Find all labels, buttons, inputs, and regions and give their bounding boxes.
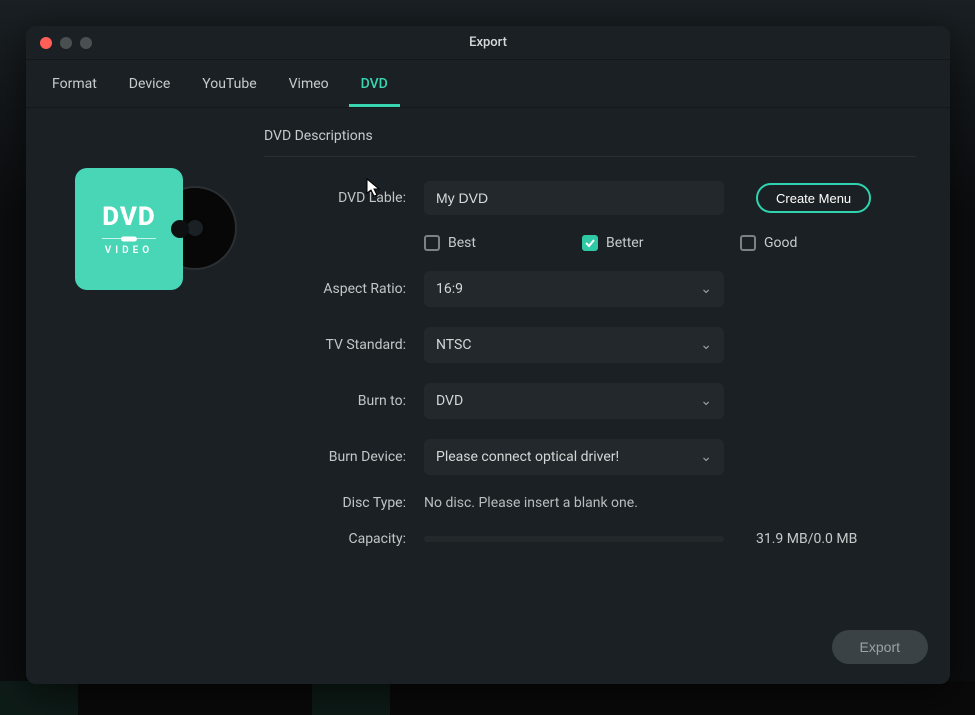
tv-standard-value: NTSC (436, 337, 471, 353)
checkbox-icon (582, 235, 598, 251)
quality-good-label: Good (764, 235, 797, 251)
export-button[interactable]: Export (832, 630, 928, 664)
tab-format[interactable]: Format (40, 68, 109, 107)
tab-bar: Format Device YouTube Vimeo DVD (26, 60, 950, 108)
close-icon[interactable] (40, 37, 52, 49)
quality-best-label: Best (448, 235, 476, 251)
label-dvd-label: DVD Lable: (264, 190, 424, 206)
quality-good-checkbox[interactable]: Good (740, 235, 898, 251)
burn-device-value: Please connect optical driver! (436, 449, 619, 465)
capacity-text: 31.9 MB/0.0 MB (756, 531, 857, 547)
row-burn-device: Burn Device: Please connect optical driv… (264, 439, 916, 475)
chevron-down-icon: ⌄ (700, 393, 712, 409)
burn-to-value: DVD (436, 393, 463, 409)
footer: Export (832, 630, 928, 664)
dvd-case-divider (102, 238, 156, 239)
tab-vimeo[interactable]: Vimeo (277, 68, 341, 107)
chevron-down-icon: ⌄ (700, 281, 712, 297)
row-quality: Best Better Good (264, 235, 916, 251)
dvd-label-input[interactable] (424, 181, 724, 215)
create-menu-button[interactable]: Create Menu (756, 183, 871, 213)
side-panel: DVD VIDEO (26, 108, 264, 684)
row-tv-standard: TV Standard: NTSC ⌄ (264, 327, 916, 363)
row-burn-to: Burn to: DVD ⌄ (264, 383, 916, 419)
label-disc-type: Disc Type: (264, 495, 424, 511)
row-aspect-ratio: Aspect Ratio: 16:9 ⌄ (264, 271, 916, 307)
minimize-icon[interactable] (60, 37, 72, 49)
quality-better-label: Better (606, 235, 643, 251)
tv-standard-select[interactable]: NTSC ⌄ (424, 327, 724, 363)
capacity-progress (424, 536, 724, 542)
tab-youtube[interactable]: YouTube (190, 68, 268, 107)
quality-better-checkbox[interactable]: Better (582, 235, 740, 251)
aspect-ratio-value: 16:9 (436, 281, 463, 297)
checkbox-icon (424, 235, 440, 251)
chevron-down-icon: ⌄ (700, 449, 712, 465)
dvd-case-big-text: DVD (102, 202, 156, 232)
row-dvd-label: DVD Lable: Create Menu (264, 181, 916, 215)
tab-dvd[interactable]: DVD (349, 68, 400, 107)
dvd-case-icon: DVD VIDEO (75, 168, 183, 290)
burn-to-select[interactable]: DVD ⌄ (424, 383, 724, 419)
app-backdrop: Export Format Device YouTube Vimeo DVD D… (0, 0, 975, 715)
dvd-graphic: DVD VIDEO (75, 168, 215, 290)
label-aspect-ratio: Aspect Ratio: (264, 281, 424, 297)
dvd-case-small-text: VIDEO (105, 245, 153, 256)
main-panel: DVD Descriptions DVD Lable: Create Menu (264, 108, 950, 684)
label-burn-to: Burn to: (264, 393, 424, 409)
export-window: Export Format Device YouTube Vimeo DVD D… (26, 26, 950, 684)
disc-type-value: No disc. Please insert a blank one. (424, 495, 638, 511)
chevron-down-icon: ⌄ (700, 337, 712, 353)
quality-best-checkbox[interactable]: Best (424, 235, 582, 251)
window-title: Export (26, 35, 950, 50)
row-disc-type: Disc Type: No disc. Please insert a blan… (264, 495, 916, 511)
burn-device-select[interactable]: Please connect optical driver! ⌄ (424, 439, 724, 475)
tab-device[interactable]: Device (117, 68, 182, 107)
aspect-ratio-select[interactable]: 16:9 ⌄ (424, 271, 724, 307)
section-title: DVD Descriptions (264, 128, 916, 157)
label-capacity: Capacity: (264, 531, 424, 547)
timeline-backdrop (0, 681, 975, 715)
window-body: DVD VIDEO DVD Descriptions DVD Lable: Cr… (26, 108, 950, 684)
row-capacity: Capacity: 31.9 MB/0.0 MB (264, 531, 916, 547)
maximize-icon[interactable] (80, 37, 92, 49)
label-tv-standard: TV Standard: (264, 337, 424, 353)
titlebar: Export (26, 26, 950, 60)
window-controls (40, 37, 92, 49)
checkbox-icon (740, 235, 756, 251)
label-burn-device: Burn Device: (264, 449, 424, 465)
